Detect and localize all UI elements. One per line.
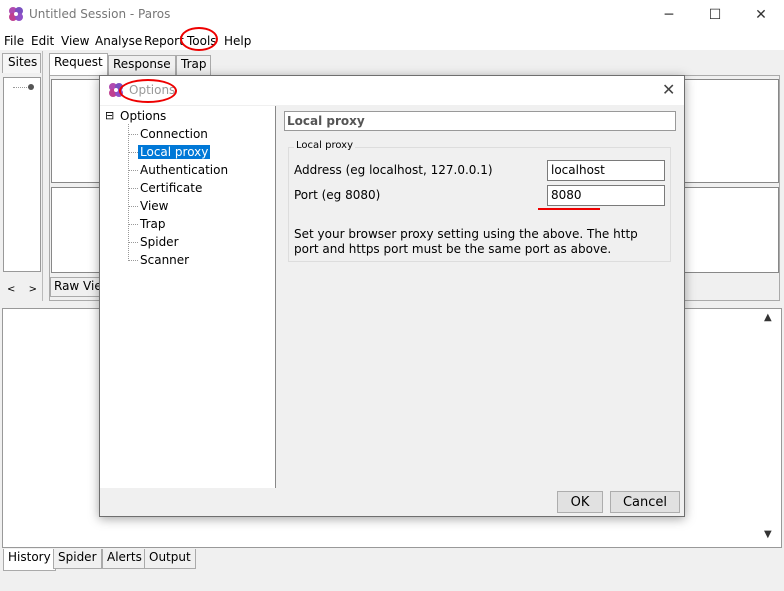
menu-view[interactable]: View [61, 34, 89, 48]
options-annotation-circle [119, 79, 177, 103]
tab-history[interactable]: History [3, 549, 56, 571]
tab-sites[interactable]: Sites [2, 53, 41, 73]
tab-output[interactable]: Output [144, 549, 196, 569]
tree-connector [128, 170, 138, 171]
maximize-button[interactable]: ☐ [692, 0, 738, 30]
sites-tree[interactable] [3, 77, 41, 272]
scroll-right-icon[interactable]: > [29, 284, 37, 295]
tab-response[interactable]: Response [108, 55, 176, 75]
scroll-left-icon[interactable]: < [7, 284, 15, 295]
menu-help[interactable]: Help [224, 34, 251, 48]
menu-report[interactable]: Report [144, 34, 184, 48]
tree-connector [128, 242, 138, 243]
tree-connector [128, 260, 138, 261]
tree-connector [128, 124, 129, 261]
tools-annotation-circle [180, 27, 218, 51]
dialog-close-icon[interactable]: ✕ [662, 80, 675, 99]
tab-trap[interactable]: Trap [176, 55, 212, 75]
tree-item-local-proxy[interactable]: Local proxy [138, 145, 211, 159]
port-annotation-underline [538, 208, 600, 210]
tree-connector [13, 87, 29, 88]
scroll-up-icon[interactable]: ▲ [764, 312, 772, 323]
port-label: Port (eg 8080) [294, 188, 381, 202]
tree-item-view[interactable]: View [140, 199, 168, 213]
site-node-icon [28, 84, 34, 90]
cancel-button[interactable]: Cancel [610, 491, 680, 513]
section-title: Local proxy [284, 111, 676, 131]
tree-collapse-icon[interactable]: ⊟ [105, 109, 114, 122]
address-input[interactable]: localhost [547, 160, 665, 181]
scroll-down-icon[interactable]: ▼ [764, 529, 772, 540]
tree-connector [128, 224, 138, 225]
tree-item-certificate[interactable]: Certificate [140, 181, 202, 195]
menu-edit[interactable]: Edit [31, 34, 54, 48]
tree-connector [128, 134, 138, 135]
tab-spider[interactable]: Spider [53, 549, 102, 569]
address-label: Address (eg localhost, 127.0.0.1) [294, 163, 493, 177]
tab-alerts[interactable]: Alerts [102, 549, 147, 569]
port-input[interactable]: 8080 [547, 185, 665, 206]
tree-connector [128, 206, 138, 207]
tree-item-connection[interactable]: Connection [140, 127, 208, 141]
ok-button[interactable]: OK [557, 491, 603, 513]
minimize-button[interactable]: ─ [646, 0, 692, 30]
sites-hscrollbar[interactable]: < > [3, 281, 41, 297]
close-window-button[interactable]: ✕ [738, 0, 784, 30]
tree-item-scanner[interactable]: Scanner [140, 253, 189, 267]
tree-connector [128, 152, 138, 153]
tree-item-spider[interactable]: Spider [140, 235, 179, 249]
raw-view-selector[interactable]: Raw View [50, 277, 102, 297]
proxy-hint-text: Set your browser proxy setting using the… [294, 227, 638, 256]
paros-app-icon [9, 7, 23, 21]
tree-item-authentication[interactable]: Authentication [140, 163, 228, 177]
tree-item-trap[interactable]: Trap [140, 217, 165, 231]
menu-analyse[interactable]: Analyse [95, 34, 142, 48]
group-label: Local proxy [294, 140, 355, 151]
menu-file[interactable]: File [4, 34, 24, 48]
window-title: Untitled Session - Paros [29, 7, 171, 21]
tree-connector [128, 188, 138, 189]
tab-request[interactable]: Request [49, 53, 108, 75]
tree-root-options[interactable]: Options [120, 109, 166, 123]
